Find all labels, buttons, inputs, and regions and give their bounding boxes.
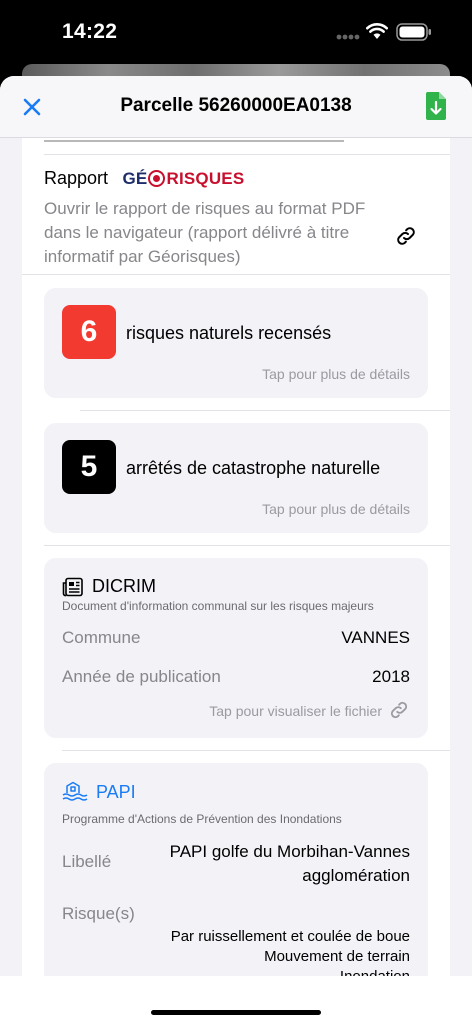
file-download-icon[interactable] (424, 91, 448, 121)
battery-icon (396, 23, 431, 41)
flood-house-icon (62, 781, 88, 801)
risque-item: Par ruissellement et coulée de boue (170, 928, 410, 945)
risque-item: Mouvement de terrain (264, 948, 410, 965)
papi-subtitle: Programme d'Actions de Prévention des In… (62, 812, 342, 826)
link-icon[interactable] (394, 224, 418, 248)
nav-bar: Parcelle 56260000EA0138 (0, 76, 472, 138)
libelle-label: Libellé (62, 852, 112, 871)
annee-label: Année de publication (62, 667, 221, 686)
risques-hint: Tap pour plus de détails (262, 366, 410, 382)
status-bar: 14:22 (0, 0, 472, 64)
arretes-label: arrêtés de catastrophe naturelle (126, 458, 381, 478)
cellular-signal-icon (336, 34, 360, 40)
status-time: 14:22 (62, 20, 118, 43)
rapport-row[interactable]: Rapport GÉ RISQUES Ouvrir le rapport de … (44, 168, 428, 269)
georisques-logo: GÉ RISQUES (123, 169, 245, 189)
newspaper-icon (62, 577, 83, 596)
commune-label: Commune (62, 628, 141, 647)
arretes-card[interactable]: 5 arrêtés de catastrophe naturelle Tap p… (44, 423, 428, 533)
arretes-count-badge: 5 (62, 440, 116, 494)
logo-text-right: RISQUES (166, 168, 245, 188)
home-indicator[interactable] (151, 1010, 321, 1015)
risque-item: Inondation (171, 967, 410, 976)
parcel-content: Rapport GÉ RISQUES Ouvrir le rapport de … (22, 138, 450, 976)
divider (80, 410, 450, 411)
risques-count-badge: 6 (62, 305, 116, 359)
risques-list-label: Risque(s) (62, 904, 135, 923)
dicrim-header: DICRIM (62, 576, 156, 597)
dicrim-card[interactable]: DICRIM Document d'information communal s… (44, 558, 428, 738)
link-icon[interactable] (388, 699, 410, 721)
rapport-label: Rapport (44, 168, 109, 188)
arretes-hint: Tap pour plus de détails (262, 501, 410, 517)
logo-text-left: GÉ (122, 168, 148, 188)
risques-label: risques naturels recensés (126, 323, 332, 343)
divider (44, 545, 450, 546)
papi-title: PAPI (96, 781, 136, 802)
papi-header: PAPI (62, 781, 136, 803)
divider (62, 750, 450, 751)
dicrim-subtitle: Document d'information communal sur les … (62, 599, 374, 613)
globe-icon (148, 170, 166, 187)
divider (22, 274, 450, 275)
commune-value: VANNES (341, 628, 410, 647)
page-title: Parcelle 56260000EA0138 (120, 95, 352, 116)
dicrim-hint: Tap pour visualiser le fichier (209, 703, 382, 719)
libelle-value: PAPI golfe du Morbihan-Vannes agglomérat… (169, 842, 410, 885)
rapport-description: Ouvrir le rapport de risques au format P… (44, 199, 366, 266)
parcel-sheet: Parcelle 56260000EA0138 Rapport GÉ RISQU… (0, 76, 472, 976)
dicrim-title: DICRIM (92, 576, 156, 596)
wifi-icon (366, 23, 388, 39)
home-area (0, 976, 472, 1024)
annee-value: 2018 (372, 667, 410, 686)
risques-card[interactable]: 6 risques naturels recensés Tap pour plu… (44, 288, 428, 398)
papi-card[interactable]: PAPI Programme d'Actions de Prévention d… (44, 763, 428, 976)
risques-list: Par ruissellement et coulée de boue Mouv… (171, 927, 410, 976)
divider (44, 154, 450, 155)
clipped-row (44, 138, 428, 144)
